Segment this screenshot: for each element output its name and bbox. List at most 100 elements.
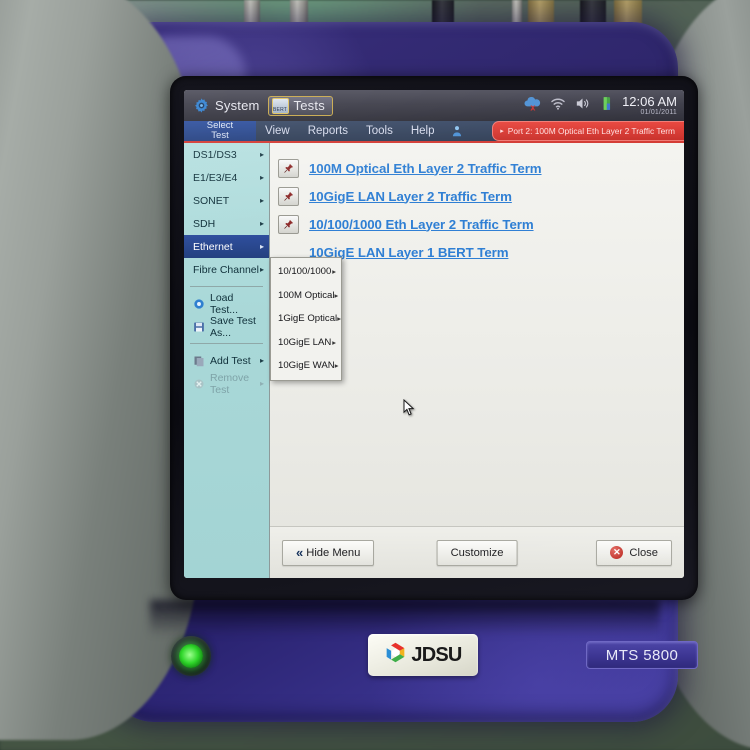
clock-date: 01/01/2011 [640, 108, 677, 116]
list-item[interactable]: 100M Optical Eth Layer 2 Traffic Term [278, 154, 684, 182]
list-item[interactable]: 10/100/1000 Eth Layer 2 Traffic Term [278, 210, 684, 238]
chevron-right-icon: ▸ [259, 173, 264, 182]
model-plate: MTS 5800 [586, 641, 698, 669]
sidebar-item-e1e3e4[interactable]: E1/E3/E4 ▸ [184, 166, 269, 189]
test-link[interactable]: 10/100/1000 Eth Layer 2 Traffic Term [309, 217, 534, 232]
port-status-badge[interactable]: ▸ Port 2: 100M Optical Eth Layer 2 Traff… [492, 121, 684, 141]
add-test-icon [193, 355, 205, 367]
battery-icon[interactable] [598, 95, 615, 117]
test-link[interactable]: 10GigE LAN Layer 2 Traffic Term [309, 189, 512, 204]
sidebar-item-add-test-label: Add Test [210, 354, 251, 367]
menu-item-help[interactable]: Help [402, 121, 444, 141]
customize-label: Customize [450, 546, 504, 559]
cloud-upload-error-icon[interactable] [522, 93, 542, 118]
submenu-item-10-100-1000-label: 10/100/1000 [278, 266, 332, 278]
chevron-right-icon: ▸ [334, 290, 339, 300]
chevron-right-icon: ▸ [259, 196, 264, 205]
sidebar-item-save-test-as[interactable]: Save Test As... [184, 314, 269, 339]
power-button[interactable] [171, 636, 211, 676]
pin-icon[interactable] [278, 214, 299, 234]
status-icons-group: 12:06 AM 01/01/2011 [522, 93, 684, 118]
hide-menu-label: Hide Menu [306, 546, 361, 559]
menu-select-test-line2: Test [211, 130, 229, 141]
bert-icon: BERT [271, 97, 289, 114]
chevron-right-icon: ▸ [334, 361, 339, 371]
menu-item-view-label: View [265, 125, 290, 137]
speaker-icon[interactable] [574, 95, 591, 117]
menu-item-tools[interactable]: Tools [357, 121, 402, 141]
menu-select-test[interactable]: Select Test [184, 121, 256, 141]
system-tab-label: System [215, 98, 260, 113]
submenu-item-100m-optical[interactable]: 100M Optical ▸ [271, 284, 341, 308]
title-bar: System BERT Tests 12:06 AM 01/01/2011 [184, 90, 684, 121]
brand-logo-plate: JDSU [368, 634, 478, 676]
remove-test-icon [193, 378, 205, 390]
sidebar-item-add-test[interactable]: Add Test ▸ [184, 349, 269, 372]
sidebar-item-save-test-as-label: Save Test As... [210, 314, 256, 339]
list-item[interactable]: 10GigE LAN Layer 2 Traffic Term [278, 182, 684, 210]
model-name: MTS 5800 [605, 646, 679, 664]
chevron-right-icon: ▸ [259, 379, 264, 388]
sidebar-item-remove-test-label: Remove Test [210, 371, 250, 396]
submenu-item-10gige-wan[interactable]: 10GigE WAN ▸ [271, 354, 341, 378]
select-test-sidebar: DS1/DS3 ▸ E1/E3/E4 ▸ SONET ▸ SDH ▸ Ether… [184, 143, 270, 578]
chevron-right-icon: ▸ [259, 150, 264, 159]
system-tab[interactable]: System [189, 95, 268, 116]
sidebar-item-sdh-label: SDH [193, 217, 216, 230]
submenu-item-10gige-wan-label: 10GigE WAN [278, 360, 335, 372]
chevron-right-icon: ▸ [259, 265, 264, 274]
sidebar-divider-1 [190, 286, 263, 287]
workspace: DS1/DS3 ▸ E1/E3/E4 ▸ SONET ▸ SDH ▸ Ether… [184, 143, 684, 578]
sidebar-item-fibre-channel[interactable]: Fibre Channel ▸ [184, 258, 269, 281]
recent-tests-list: 100M Optical Eth Layer 2 Traffic Term 10… [270, 143, 684, 266]
customize-button[interactable]: Customize [436, 539, 518, 566]
chevron-right-icon: ▸ [259, 219, 264, 228]
menu-bar: Select Test View Reports Tools Help ▸ Po… [184, 121, 684, 143]
chevron-right-icon: ▸ [337, 314, 341, 324]
submenu-item-1gige-optical[interactable]: 1GigE Optical ▸ [271, 307, 341, 331]
submenu-item-10gige-lan[interactable]: 10GigE LAN ▸ [271, 331, 341, 355]
menu-item-tools-label: Tools [366, 125, 393, 137]
sidebar-item-sdh[interactable]: SDH ▸ [184, 212, 269, 235]
load-test-icon [193, 298, 205, 310]
sidebar-item-remove-test: Remove Test ▸ [184, 371, 269, 396]
sidebar-item-sonet[interactable]: SONET ▸ [184, 189, 269, 212]
clock-time: 12:06 AM [622, 94, 677, 109]
screen-bottom-shadow [150, 600, 660, 636]
sidebar-item-ethernet[interactable]: Ethernet ▸ [184, 235, 269, 258]
submenu-item-10-100-1000[interactable]: 10/100/1000 ▸ [271, 260, 341, 284]
menu-item-reports-label: Reports [307, 125, 348, 137]
submenu-item-10gige-lan-label: 10GigE LAN [278, 336, 332, 348]
test-link[interactable]: 100M Optical Eth Layer 2 Traffic Term [309, 161, 542, 176]
clock: 12:06 AM 01/01/2011 [622, 95, 677, 116]
tests-tab-label: Tests [293, 98, 325, 113]
pin-icon[interactable] [278, 158, 299, 178]
sidebar-item-fibre-channel-label: Fibre Channel [193, 263, 259, 276]
help-person-icon[interactable] [444, 121, 470, 141]
close-label: Close [629, 546, 658, 559]
screen-bezel: System BERT Tests 12:06 AM 01/01/2011 Se… [170, 76, 698, 600]
chevron-right-icon: ▸ [332, 337, 336, 347]
screen: System BERT Tests 12:06 AM 01/01/2011 Se… [184, 90, 684, 578]
sidebar-item-ds1ds3[interactable]: DS1/DS3 ▸ [184, 143, 269, 166]
hide-menu-button[interactable]: « Hide Menu [282, 539, 375, 566]
menu-item-view[interactable]: View [256, 121, 299, 141]
sidebar-item-e1e3e4-label: E1/E3/E4 [193, 171, 238, 184]
bert-icon-text: BERT [273, 106, 288, 113]
jdsu-diamond-icon [384, 641, 407, 669]
menu-item-reports[interactable]: Reports [299, 121, 357, 141]
submenu-item-100m-optical-label: 100M Optical [278, 289, 335, 301]
tests-tab[interactable]: BERT Tests [267, 95, 333, 116]
port-status-arrow: ▸ [500, 128, 504, 135]
close-x-circle-icon: ✕ [610, 546, 624, 559]
sidebar-item-load-test[interactable]: Load Test... [184, 291, 269, 316]
chevron-right-icon: ▸ [332, 267, 336, 277]
ethernet-submenu: 10/100/1000 ▸ 100M Optical ▸ 1GigE Optic… [270, 257, 342, 381]
pin-icon[interactable] [278, 186, 299, 206]
sidebar-item-load-test-label: Load Test... [210, 291, 239, 316]
chevron-right-icon: ▸ [259, 242, 264, 251]
wifi-icon[interactable] [549, 94, 567, 117]
sidebar-divider-2 [190, 343, 263, 344]
close-button[interactable]: ✕ Close [596, 539, 672, 566]
port-status-label: Port 2: 100M Optical Eth Layer 2 Traffic… [507, 126, 675, 136]
